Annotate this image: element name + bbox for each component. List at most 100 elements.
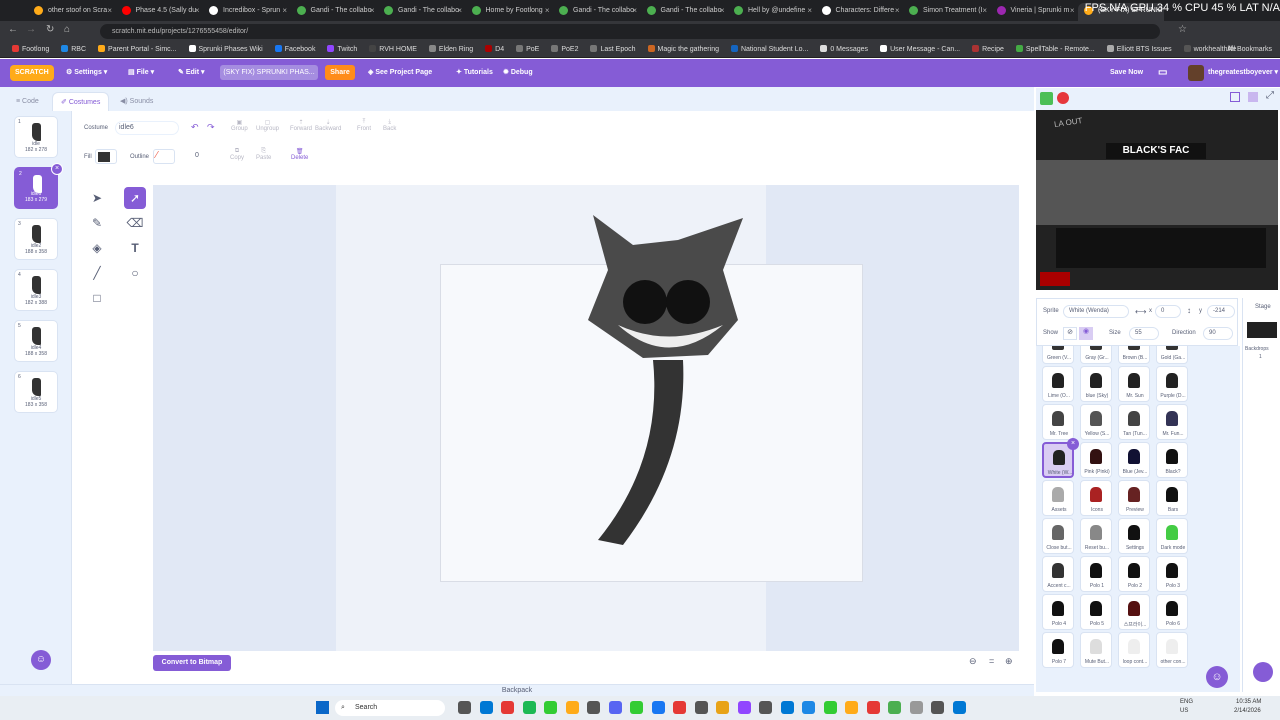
bookmark-item[interactable]: Recipe [972, 42, 1004, 57]
undo-icon[interactable]: ↶ [191, 122, 199, 133]
costume-character-drawing[interactable] [583, 210, 753, 550]
sprite-item[interactable]: Polo 2 [1118, 556, 1150, 592]
taskbar-app-icon[interactable] [759, 701, 772, 714]
browser-tab[interactable]: Gandi - The collabo × [641, 3, 727, 21]
copy-button[interactable]: ⧉ Copy [230, 148, 244, 161]
close-icon[interactable]: × [195, 3, 200, 18]
taskbar-app-icon[interactable] [931, 701, 944, 714]
sprite-item[interactable]: Mr. Fun... [1156, 404, 1188, 440]
bookmark-item[interactable]: Sprunki Phases Wiki [188, 42, 263, 57]
text-tool-icon[interactable]: T [124, 237, 146, 259]
stop-icon[interactable] [1057, 92, 1069, 104]
bookmark-item[interactable]: Twitch [327, 42, 357, 57]
sprite-item[interactable]: Lime (O... [1042, 366, 1074, 402]
browser-tab[interactable]: Home by Footlong × [466, 3, 552, 21]
sprite-item[interactable]: Brown (B... [1118, 346, 1150, 364]
bookmark-item[interactable]: PoE [516, 42, 539, 57]
back-button[interactable]: ⤓ Back [383, 119, 396, 132]
taskbar-app-icon[interactable] [823, 701, 837, 714]
browser-tab[interactable]: Phase 4.5 (Sally du × [116, 3, 202, 21]
back-arrow-icon[interactable]: ← [8, 24, 18, 35]
browser-tab[interactable]: Gandi - The collabo × [291, 3, 377, 21]
direction-input[interactable]: 90 [1203, 327, 1233, 340]
sprite-item[interactable]: 스프라이... [1118, 594, 1150, 630]
taskbar-app-icon[interactable] [479, 701, 493, 714]
large-stage-icon[interactable] [1248, 92, 1258, 102]
all-bookmarks-button[interactable]: All Bookmarks [1227, 42, 1272, 57]
sprite-item[interactable]: blue (Sky) [1080, 366, 1112, 402]
line-tool-icon[interactable]: ╱ [86, 262, 108, 284]
hide-eye-icon[interactable]: ⊘ [1063, 327, 1077, 340]
add-sprite-button[interactable]: ☺ [1206, 666, 1228, 688]
browser-tab[interactable]: Hell by @undefine × [728, 3, 814, 21]
settings-menu[interactable]: ⚙ Settings ▾ [66, 59, 107, 87]
close-icon[interactable]: × [282, 3, 287, 18]
sprite-item[interactable]: Polo 1 [1080, 556, 1112, 592]
bookmark-item[interactable]: National Student Lo... [730, 42, 808, 57]
bookmark-item[interactable]: RBC [61, 42, 86, 57]
costume-item[interactable]: 4 idle3 182 x 388 [14, 269, 58, 311]
brush-tool-icon[interactable]: ✎ [86, 212, 108, 234]
costume-item[interactable]: 2 idle6 183 x 279 × [14, 163, 63, 209]
sprite-item[interactable]: Assets [1042, 480, 1074, 516]
bookmark-item[interactable]: PoE2 [551, 42, 578, 57]
language-indicator[interactable]: ENG US [1180, 698, 1193, 716]
taskbar-app-icon[interactable] [587, 701, 600, 714]
sprite-item[interactable]: Mr. Tree [1042, 404, 1074, 440]
costume-item[interactable]: 3 idle2 188 x 358 [14, 218, 58, 260]
sprite-item[interactable]: Settings [1118, 518, 1150, 554]
taskbar-app-icon[interactable] [673, 701, 686, 714]
taskbar-app-icon[interactable] [866, 701, 880, 714]
close-icon[interactable]: × [107, 3, 112, 18]
bookmark-item[interactable]: User Message - Can... [880, 42, 960, 57]
taskbar-app-icon[interactable] [888, 701, 901, 714]
taskbar-app-icon[interactable] [501, 701, 514, 714]
star-icon[interactable]: ☆ [1178, 24, 1187, 35]
fullscreen-icon[interactable]: ⤢ [1266, 90, 1274, 101]
fill-color-picker[interactable] [95, 149, 117, 164]
file-menu[interactable]: ▤ File ▾ [128, 59, 154, 87]
windows-start-icon[interactable] [316, 701, 329, 714]
bookmark-item[interactable]: SpellTable - Remote... [1015, 42, 1095, 57]
close-icon[interactable]: × [895, 3, 900, 18]
project-title-input[interactable]: (SKY FIX) SPRUNKI PHAS... [220, 65, 318, 80]
select-tool-icon[interactable]: ➤ [86, 187, 108, 209]
taskbar-app-icon[interactable] [909, 701, 923, 714]
stage-target-panel[interactable]: Stage Backdrops 1 [1242, 298, 1280, 692]
close-icon[interactable]: × [807, 3, 812, 18]
sprite-item[interactable]: Polo 6 [1156, 594, 1188, 630]
forward-button[interactable]: ⇡ Forward [290, 119, 312, 132]
sprite-item[interactable]: Yellow (S... [1080, 404, 1112, 440]
show-eye-icon[interactable]: ◉ [1079, 327, 1093, 340]
y-input[interactable]: -214 [1207, 305, 1235, 318]
paste-button[interactable]: ⎘ Paste [256, 148, 271, 161]
sprite-item[interactable]: Mr. Sun [1118, 366, 1150, 402]
sprite-item[interactable]: Mute But... [1080, 632, 1112, 668]
bookmark-item[interactable]: Facebook [274, 42, 315, 57]
forward-arrow-icon[interactable]: → [26, 24, 36, 35]
sprite-item[interactable]: Bars [1156, 480, 1188, 516]
taskbar-app-icon[interactable] [522, 701, 536, 714]
sprite-item[interactable]: Polo 7 [1042, 632, 1074, 668]
browser-tab[interactable]: Simon Treatment (I × [903, 3, 989, 21]
sprite-item[interactable]: Preview [1118, 480, 1150, 516]
taskbar-app-icon[interactable] [608, 701, 622, 714]
tutorials-button[interactable]: ✦ Tutorials [456, 59, 493, 87]
taskbar-app-icon[interactable] [952, 701, 966, 714]
browser-tab[interactable]: Gandi - The collabo × [378, 3, 464, 21]
ungroup-button[interactable]: ▢ Ungroup [256, 119, 279, 132]
debug-button[interactable]: ✹ Debug [503, 59, 533, 87]
browser-tab[interactable]: Vineria | Sprunki m × [991, 3, 1077, 21]
taskbar-app-icon[interactable] [694, 701, 708, 714]
close-icon[interactable]: × [632, 3, 637, 18]
close-icon[interactable]: × [370, 3, 375, 18]
taskbar-app-icon[interactable] [565, 701, 579, 714]
browser-tab[interactable]: other stoof on Scra × [28, 3, 114, 21]
sprite-item[interactable]: Polo 4 [1042, 594, 1074, 630]
sprite-item[interactable]: Gold (Ga... [1156, 346, 1188, 364]
tab-sounds[interactable]: ◀) Sounds [112, 92, 161, 111]
edit-menu[interactable]: ✎ Edit ▾ [178, 59, 205, 87]
sprite-item[interactable]: Icons [1080, 480, 1112, 516]
sprite-item[interactable]: Tan (Tun... [1118, 404, 1150, 440]
my-stuff-icon[interactable]: ▭ [1158, 59, 1167, 87]
